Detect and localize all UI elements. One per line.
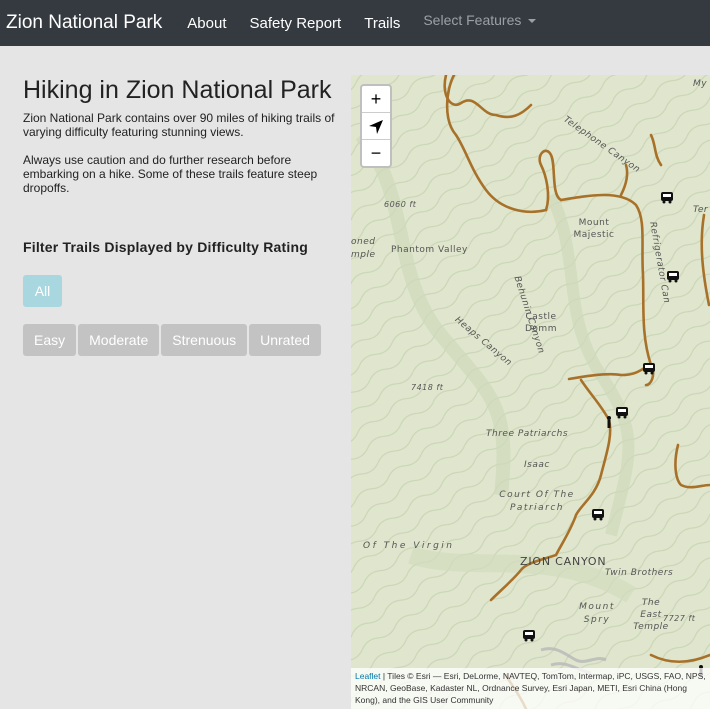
page-title: Hiking in Zion National Park	[23, 76, 332, 104]
filter-strenuous-button[interactable]: Strenuous	[161, 324, 248, 356]
brand-link[interactable]: Zion National Park	[6, 12, 162, 34]
zoom-in-button[interactable]: +	[362, 86, 390, 113]
map-label: Ter	[693, 205, 709, 215]
map-label: My	[693, 79, 708, 89]
nav-link-trails[interactable]: Trails	[364, 15, 400, 32]
filter-button-row: Easy Moderate Strenuous Unrated	[23, 324, 343, 356]
map-label: Mount Spry	[579, 602, 615, 625]
caret-down-icon	[528, 19, 537, 24]
select-features-dropdown[interactable]: Select Features	[423, 12, 537, 28]
map-label: mple	[351, 250, 376, 260]
map-label: Isaac	[524, 460, 550, 470]
filter-heading: Filter Trails Displayed by Difficulty Ra…	[23, 239, 308, 255]
map-label: Court Of The Patriarch	[499, 490, 575, 513]
map-label: Twin Brothers	[605, 568, 674, 578]
filter-all-row: All	[23, 275, 343, 307]
nav-link-about[interactable]: About	[187, 15, 226, 32]
caution-text: Always use caution and do further resear…	[23, 153, 318, 195]
attribution-text: | Tiles © Esri — Esri, DeLorme, NAVTEQ, …	[355, 671, 706, 705]
select-features-label: Select Features	[423, 12, 522, 28]
locate-arrow-icon	[369, 120, 383, 135]
map-label: Castle Domm	[525, 312, 557, 334]
map-attribution: Leaflet | Tiles © Esri — Esri, DeLorme, …	[351, 668, 710, 709]
map-label: Mount Majestic	[573, 218, 615, 240]
intro-text: Zion National Park contains over 90 mile…	[23, 111, 335, 139]
filter-all-button[interactable]: All	[23, 275, 62, 307]
filter-unrated-button[interactable]: Unrated	[249, 324, 321, 356]
map-label: oned	[351, 237, 376, 247]
nav-link-safety-report[interactable]: Safety Report	[250, 15, 342, 32]
map-label: 7418 ft	[411, 383, 444, 392]
left-panel: Hiking in Zion National Park Zion Nation…	[23, 46, 343, 356]
map-label: 6060 ft	[384, 200, 417, 209]
filter-easy-button[interactable]: Easy	[23, 324, 77, 356]
navbar: Zion National Park About Safety Report T…	[0, 0, 710, 46]
map-label: ZION CANYON	[520, 555, 607, 568]
zoom-out-button[interactable]: −	[362, 140, 390, 166]
map-label: 7727 ft	[663, 614, 696, 623]
map-label: Three Patriarchs	[486, 429, 569, 439]
trail-map[interactable]: Telephone Canyon Mount Majestic Phantom …	[351, 75, 710, 709]
leaflet-link[interactable]: Leaflet	[355, 671, 381, 681]
locate-button[interactable]	[362, 113, 390, 140]
filter-moderate-button[interactable]: Moderate	[78, 324, 160, 356]
map-label: Of The Virgin	[363, 541, 455, 551]
zoom-control: + −	[360, 84, 392, 168]
map-label: Phantom Valley	[391, 245, 468, 255]
